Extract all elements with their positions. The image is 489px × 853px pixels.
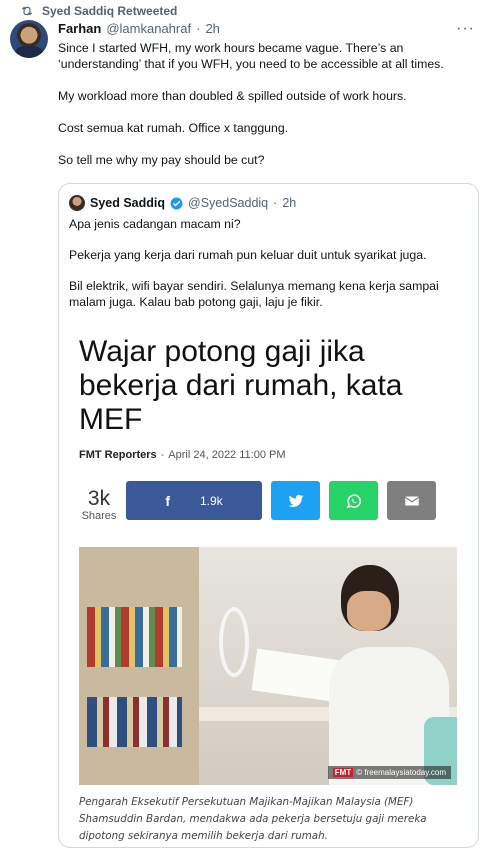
quoted-tweet-header: Syed Saddiq @SyedSaddiq · 2h — [69, 195, 296, 211]
twitter-bird-icon — [288, 494, 303, 507]
article-photo: FMT © freemalaysiatoday.com — [79, 547, 457, 785]
tweet-paragraph: My workload more than doubled & spilled … — [58, 89, 407, 103]
quoted-paragraph: Pekerja yang kerja dari rumah pun keluar… — [69, 248, 427, 262]
email-share-button[interactable] — [387, 481, 436, 520]
retweet-indicator[interactable]: Syed Saddiq Retweeted — [20, 4, 177, 18]
ring-light — [219, 607, 249, 677]
fmt-logo: FMT — [332, 768, 354, 777]
facebook-icon: f — [165, 492, 170, 509]
retweet-label: Syed Saddiq Retweeted — [42, 4, 178, 18]
tweet-paragraph: So tell me why my pay should be cut? — [58, 153, 265, 167]
byline-dash: - — [160, 449, 165, 461]
tweet-header: Farhan @lamkanahraf · 2h — [58, 21, 220, 36]
author-avatar[interactable] — [10, 20, 48, 58]
facebook-share-count: 1.9k — [199, 493, 223, 508]
envelope-icon — [404, 496, 419, 505]
whatsapp-icon — [346, 493, 361, 508]
photo-caption: Pengarah Eksekutif Persekutuan Majikan-M… — [79, 796, 427, 842]
verified-badge-icon — [170, 197, 183, 209]
quoted-author-handle[interactable]: @SyedSaddiq — [188, 196, 268, 210]
facebook-share-button[interactable]: f 1.9k — [126, 481, 262, 520]
separator-dot: · — [273, 196, 278, 210]
share-counter: 3k Shares — [77, 487, 121, 522]
author-name[interactable]: Farhan — [58, 21, 101, 36]
shares-label: Shares — [81, 510, 117, 522]
quoted-paragraph: Apa jenis cadangan macam ni? — [69, 217, 241, 231]
more-dots-icon[interactable]: ··· — [456, 20, 475, 38]
tweet-paragraph: Since I started WFH, my work hours becam… — [58, 41, 444, 71]
quoted-tweet-text: Apa jenis cadangan macam ni? Pekerja yan… — [69, 216, 469, 325]
whatsapp-share-button[interactable] — [329, 481, 378, 520]
article-byline: FMT Reporters - April 24, 2022 11:00 PM — [79, 449, 286, 461]
retweet-icon — [21, 6, 33, 16]
twitter-share-button[interactable] — [271, 481, 320, 520]
quoted-tweet-time[interactable]: 2h — [282, 196, 296, 210]
article-date: April 24, 2022 11:00 PM — [168, 449, 286, 461]
photo-credit-text: © freemalaysiatoday.com — [356, 768, 446, 777]
tweet-text: Since I started WFH, my work hours becam… — [58, 40, 478, 184]
tweet-paragraph: Cost semua kat rumah. Office x tanggung. — [58, 121, 289, 135]
quoted-author-name[interactable]: Syed Saddiq — [90, 196, 165, 210]
author-handle[interactable]: @lamkanahraf — [106, 21, 191, 36]
shares-count: 3k — [87, 487, 111, 510]
article-headline: Wajar potong gaji jika bekerja dari ruma… — [79, 335, 403, 436]
photo-credit: FMT © freemalaysiatoday.com — [327, 766, 451, 779]
quoted-tweet[interactable]: Syed Saddiq @SyedSaddiq · 2h Apa jenis c… — [58, 183, 479, 848]
tweet-time[interactable]: 2h — [205, 21, 219, 36]
separator-dot: · — [196, 21, 201, 36]
quoted-author-avatar[interactable] — [69, 195, 85, 211]
article-author: FMT Reporters — [79, 449, 157, 461]
quoted-paragraph: Bil elektrik, wifi bayar sendiri. Selalu… — [69, 279, 439, 309]
